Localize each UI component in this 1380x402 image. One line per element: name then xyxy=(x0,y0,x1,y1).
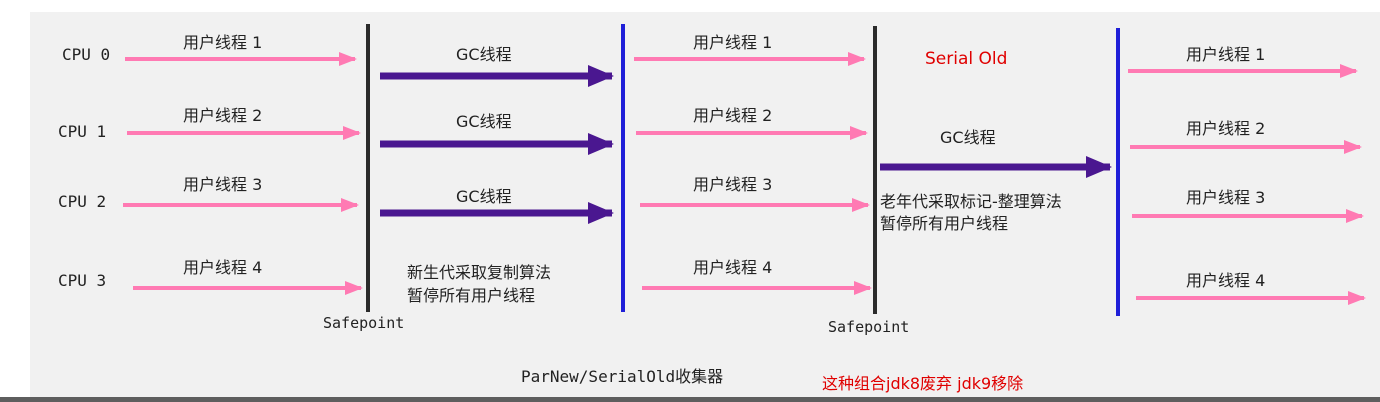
user-thread-label: 用户线程 1 xyxy=(693,33,772,52)
gc-thread-label: GC线程 xyxy=(456,187,512,206)
user-thread-label: 用户线程 2 xyxy=(1186,119,1265,138)
young-gc-caption: 新生代采取复制算法 xyxy=(407,263,551,282)
user-thread-label: 用户线程 4 xyxy=(183,258,262,277)
old-gc-caption: 暂停所有用户线程 xyxy=(880,214,1008,233)
user-thread-label: 用户线程 4 xyxy=(693,258,772,277)
parnew-serialold-diagram: CPU 0 CPU 1 CPU 2 CPU 3 用户线程 1 用户线程 2 用户… xyxy=(58,24,1366,393)
user-thread-label: 用户线程 4 xyxy=(1186,271,1265,290)
cpu-label: CPU 3 xyxy=(58,271,106,290)
user-thread-label: 用户线程 1 xyxy=(1186,45,1265,64)
cpu-label: CPU 2 xyxy=(58,192,106,211)
bottom-divider xyxy=(0,397,1380,402)
user-thread-label: 用户线程 3 xyxy=(1186,188,1265,207)
deprecation-note: 这种组合jdk8废弃 jdk9移除 xyxy=(822,374,1023,393)
diagram-title: ParNew/SerialOld收集器 xyxy=(521,367,723,386)
user-thread-label: 用户线程 2 xyxy=(183,106,262,125)
safepoint-label: Safepoint xyxy=(828,318,909,336)
young-gc-caption: 暂停所有用户线程 xyxy=(407,286,535,305)
gc-thread-label: GC线程 xyxy=(940,128,996,147)
user-thread-label: 用户线程 3 xyxy=(183,175,262,194)
old-gc-caption: 老年代采取标记-整理算法 xyxy=(880,192,1062,211)
cpu-label: CPU 1 xyxy=(58,122,106,141)
safepoint-label: Safepoint xyxy=(323,314,404,332)
cpu-label: CPU 0 xyxy=(62,45,110,64)
user-thread-label: 用户线程 2 xyxy=(693,106,772,125)
user-thread-label: 用户线程 3 xyxy=(693,175,772,194)
user-thread-label: 用户线程 1 xyxy=(183,33,262,52)
gc-thread-label: GC线程 xyxy=(456,112,512,131)
collector-name: Serial Old xyxy=(925,49,1007,69)
gc-thread-label: GC线程 xyxy=(456,45,512,64)
